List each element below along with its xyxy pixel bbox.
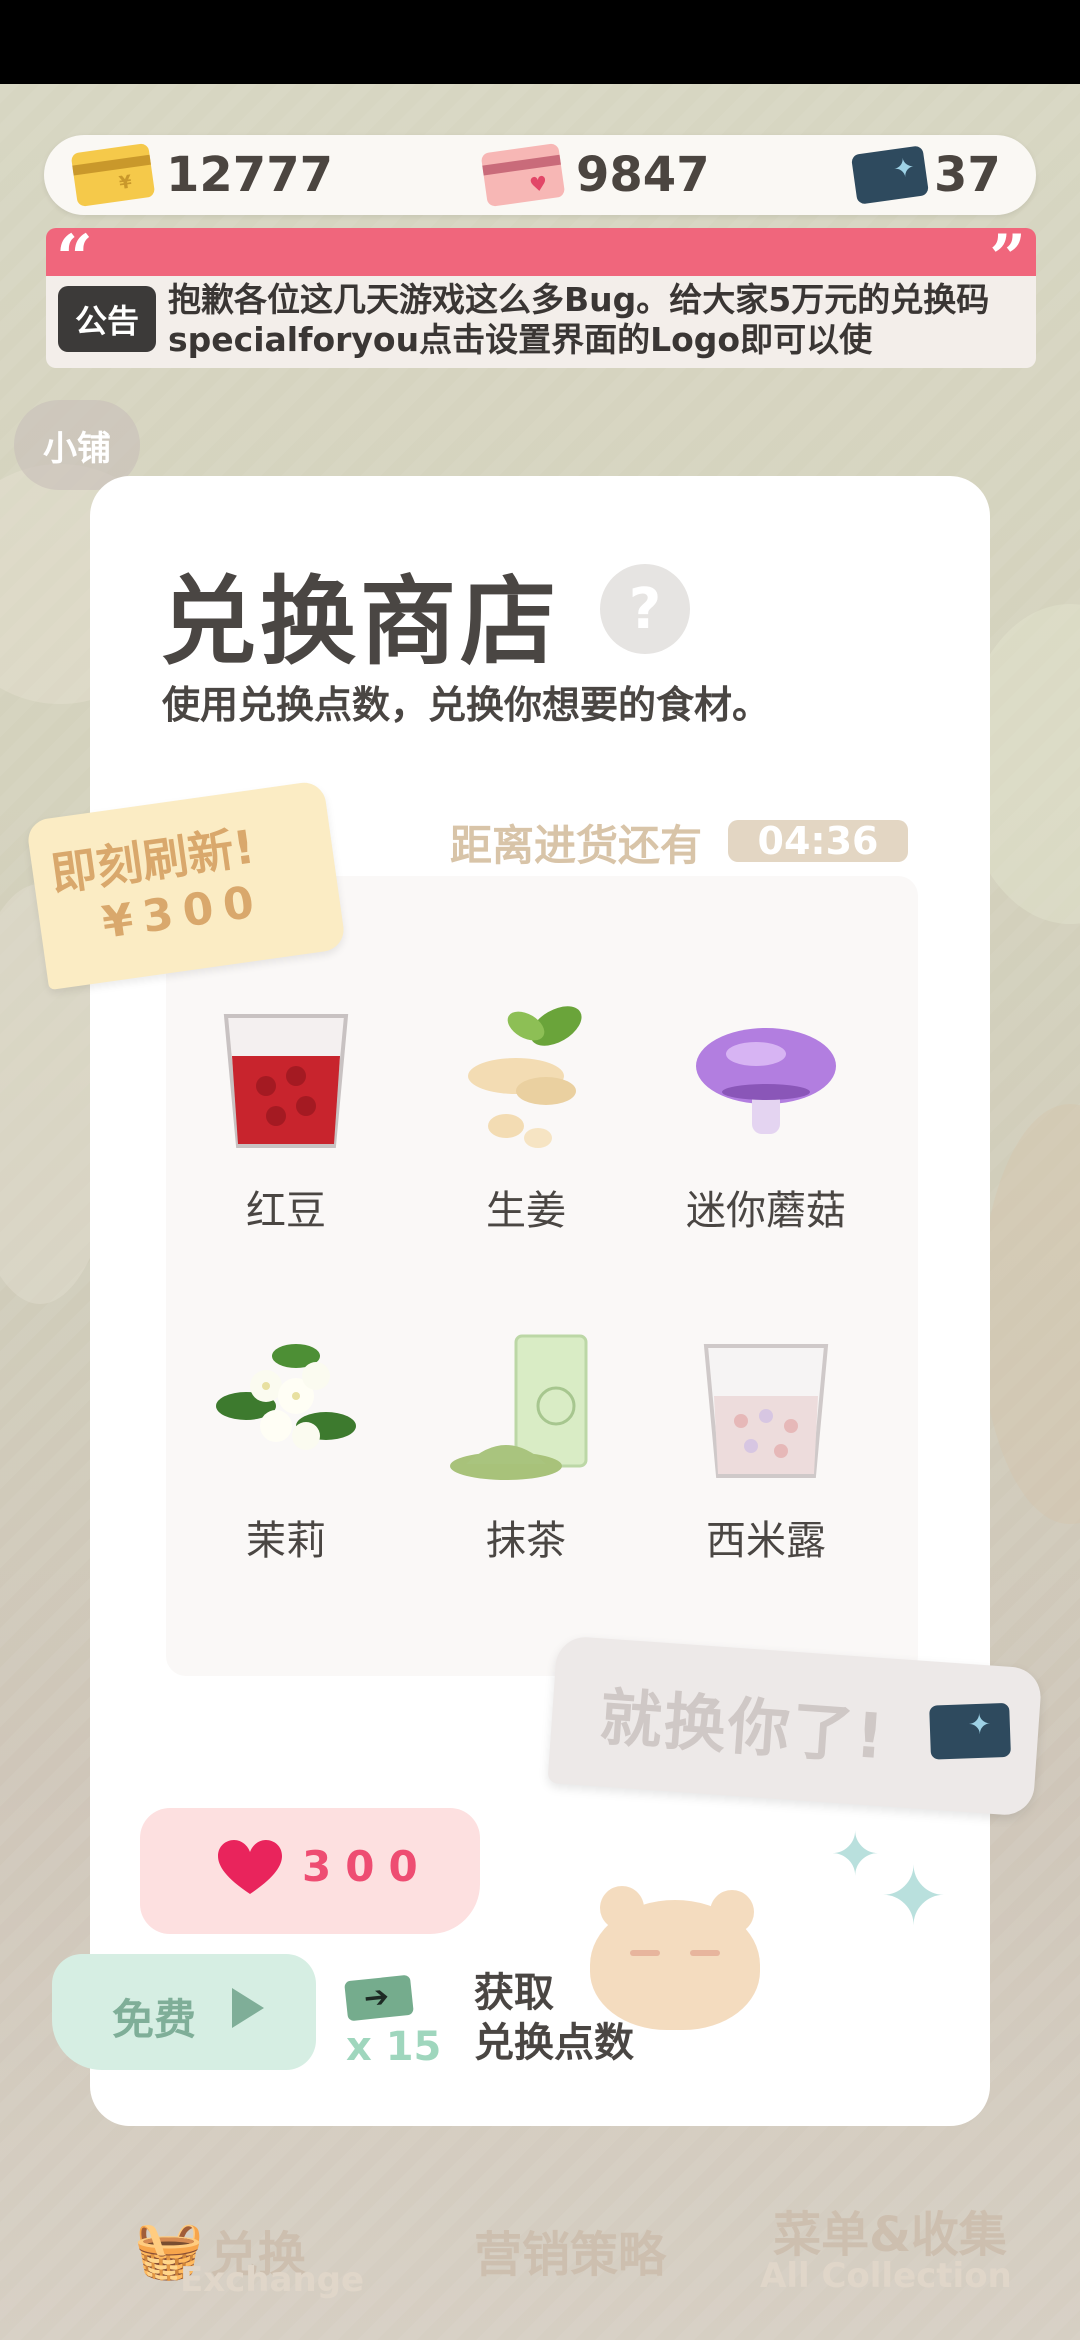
exchange-ticket-icon: ✦: [850, 145, 930, 205]
bear-mascot: [590, 1886, 760, 2030]
jasmine-icon: [216, 1344, 356, 1450]
gold-card-icon: ¥: [70, 142, 156, 208]
status-bar: [0, 0, 1080, 84]
item-name: 茉莉: [246, 1518, 326, 1564]
nav-marketing[interactable]: 营销策略: [440, 2190, 700, 2310]
sago-icon: [703, 1344, 829, 1478]
reward-line2: 兑换点数: [474, 2020, 634, 2066]
nav-menu-label: 菜单&收集: [773, 2207, 1007, 2263]
nav-marketing-label: 营销策略: [473, 2227, 666, 2283]
bottom-nav: 🧺 兑换 Exchange 营销策略 菜单&收集 All Collection: [0, 2180, 1080, 2340]
item-ginger[interactable]: 生姜: [406, 996, 646, 1236]
item-jasmine[interactable]: 茉莉: [166, 1326, 406, 1566]
free-label: 免费: [112, 1995, 197, 2044]
item-mini-mushroom[interactable]: 迷你蘑菇: [646, 996, 886, 1236]
announcement-header: “ ”: [46, 224, 1036, 294]
gold-card-value: 12777: [166, 147, 333, 203]
nav-exchange[interactable]: 🧺 兑换 Exchange: [70, 2190, 370, 2310]
item-name: 迷你蘑菇: [686, 1188, 846, 1234]
item-sago[interactable]: 西米露: [646, 1326, 886, 1566]
sparkle-icon: ✦: [830, 1820, 881, 1890]
pink-card-value: 9847: [576, 147, 710, 203]
ginger-icon: [468, 1006, 582, 1148]
announcement-body: 公告 抱歉各位这几天游戏这么多Bug。给大家5万元的兑换码specialfory…: [46, 276, 1036, 368]
pink-card-balance: ♥ 9847: [480, 135, 710, 215]
pink-card-icon: ♥: [480, 142, 566, 208]
item-name: 生姜: [486, 1188, 566, 1234]
announcement-tag: 公告: [58, 286, 156, 352]
item-name: 抹茶: [486, 1518, 566, 1564]
help-button[interactable]: ?: [600, 564, 690, 654]
item-name: 红豆: [246, 1188, 326, 1234]
item-red-bean[interactable]: 红豆: [166, 996, 406, 1236]
currency-bar: ¥ 12777 ♥ 9847 ✦ 37: [44, 135, 1036, 215]
exchange-points-icon: ➔: [344, 1974, 414, 2022]
nav-exchange-sublabel: Exchange: [180, 2260, 365, 2300]
play-icon: [232, 1988, 264, 2028]
red-bean-icon: [223, 1014, 349, 1148]
page-subtitle: 使用兑换点数，兑换你想要的食材。: [162, 683, 771, 727]
nav-menu-sublabel: All Collection: [760, 2256, 1012, 2296]
item-name: 西米露: [706, 1518, 826, 1564]
gold-card-balance: ¥ 12777: [70, 135, 333, 215]
exchange-ticket-value: 37: [934, 147, 1001, 203]
exchange-confirm-label: 就换你了!: [597, 1680, 889, 1774]
item-matcha[interactable]: 抹茶: [406, 1326, 646, 1566]
sparkle-icon: ✦: [880, 1850, 948, 1943]
restock-label: 距离进货还有: [450, 821, 703, 870]
item-grid: 红豆 生姜 迷你蘑菇 茉莉 抹茶 西米露: [166, 876, 918, 1676]
mini-mushroom-icon: [696, 1028, 836, 1134]
announcement-text: 抱歉各位这几天游戏这么多Bug。给大家5万元的兑换码specialforyou点…: [168, 280, 990, 359]
exchange-ticket-icon: ✦: [929, 1702, 1011, 1760]
page-title: 兑换商店: [160, 566, 560, 678]
reward-count: x 15: [346, 2024, 442, 2070]
restock-timer: 04:36: [728, 819, 908, 863]
heart-price: 300: [302, 1842, 432, 1891]
matcha-icon: [450, 1334, 588, 1480]
nav-menu-collection[interactable]: 菜单&收集 All Collection: [740, 2170, 1040, 2296]
free-watch-ad-button[interactable]: 免费: [52, 1954, 316, 2070]
announcement-banner[interactable]: “ ” 公告 抱歉各位这几天游戏这么多Bug。给大家5万元的兑换码special…: [46, 224, 1036, 368]
heart-purchase-button[interactable]: 300: [140, 1808, 480, 1934]
heart-icon: [218, 1840, 282, 1894]
exchange-ticket-balance: ✦ 37: [850, 135, 1001, 215]
